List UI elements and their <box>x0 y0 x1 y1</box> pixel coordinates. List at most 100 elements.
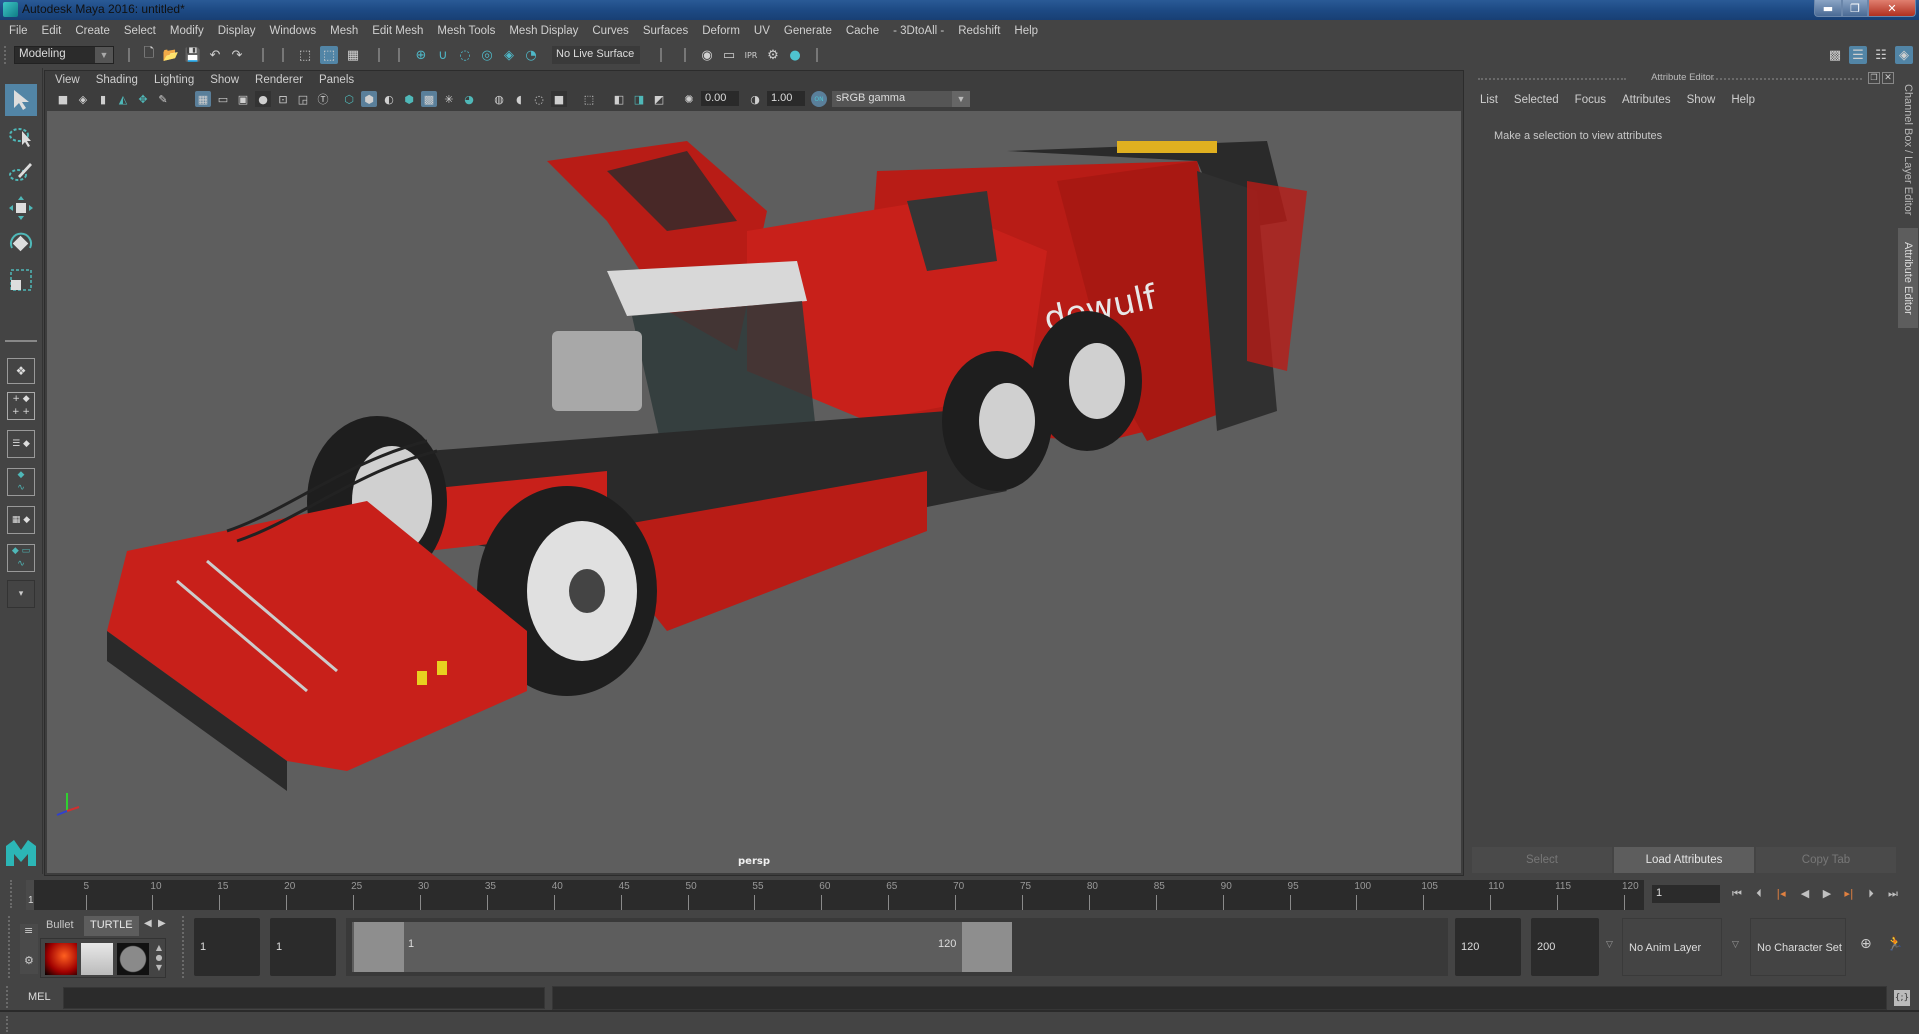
wireframe-on-shaded-icon[interactable]: ◐ <box>381 91 397 107</box>
scale-tool[interactable] <box>5 264 37 296</box>
menu-3dtoall[interactable]: - 3DtoAll - <box>893 25 944 37</box>
tab-attribute-editor[interactable]: Attribute Editor <box>1898 228 1918 328</box>
menu-mesh-display[interactable]: Mesh Display <box>509 25 578 37</box>
load-attributes-button[interactable]: Load Attributes <box>1614 847 1754 873</box>
layout-four-pane-button[interactable]: + ◆ + + <box>7 392 35 420</box>
render-settings-icon[interactable]: ⚙ <box>764 46 782 64</box>
exposure-icon[interactable]: ✺ <box>681 91 697 107</box>
menu-surfaces[interactable]: Surfaces <box>643 25 688 37</box>
make-live-icon[interactable]: ◔ <box>522 46 540 64</box>
image-plane-toggle-icon[interactable]: ◩ <box>651 91 667 107</box>
range-end-handle[interactable] <box>962 922 1012 972</box>
close-button[interactable]: ✕ <box>1868 0 1916 17</box>
menu-redshift[interactable]: Redshift <box>958 25 1000 37</box>
snap-to-surface-icon[interactable]: ◈ <box>500 46 518 64</box>
status-line-grip[interactable] <box>4 46 8 64</box>
2d-pan-zoom-icon[interactable]: ✥ <box>135 91 151 107</box>
help-line-grip[interactable] <box>6 1016 10 1032</box>
xray-joints-icon[interactable]: ◧ <box>611 91 627 107</box>
maximize-button[interactable]: ❐ <box>1842 0 1868 17</box>
bookmark-icon[interactable]: ▮ <box>95 91 111 107</box>
step-forward-frame-button[interactable]: ⏵ <box>1862 887 1880 903</box>
select-camera-icon[interactable]: ■ <box>55 91 71 107</box>
menu-generate[interactable]: Generate <box>784 25 832 37</box>
timeline-track[interactable]: 1 5 10 15 20 25 30 35 40 45 50 55 60 65 70 75 80 85 90 95 1… <box>26 880 1644 910</box>
shadows-icon[interactable]: ◕ <box>461 91 477 107</box>
menu-create[interactable]: Create <box>75 25 110 37</box>
tool-settings-icon[interactable]: ☷ <box>1872 46 1890 64</box>
shelf-tab-bullet[interactable]: Bullet <box>40 916 80 936</box>
rotate-tool[interactable] <box>5 228 37 260</box>
shelf-tab-prev-button[interactable]: ◀ <box>144 918 152 929</box>
panel-menu-show[interactable]: Show <box>210 74 239 86</box>
grease-pencil-icon[interactable]: ✎ <box>155 91 171 107</box>
paint-select-tool[interactable] <box>5 156 37 188</box>
layout-persp-graph-button[interactable]: ◆ ∿ <box>7 468 35 496</box>
menu-cache[interactable]: Cache <box>846 25 879 37</box>
shelf-menu-icon[interactable]: ≡ <box>24 924 33 937</box>
animation-end-field[interactable]: 200 <box>1531 918 1599 976</box>
menu-set-dropdown[interactable]: Modeling ▼ <box>14 46 114 64</box>
use-all-lights-icon[interactable]: ✳ <box>441 91 457 107</box>
tab-channel-box-layer-editor[interactable]: Channel Box / Layer Editor <box>1898 80 1918 220</box>
panel-grip[interactable] <box>1712 78 1862 81</box>
x-ray-icon[interactable]: ⬢ <box>401 91 417 107</box>
panel-menu-renderer[interactable]: Renderer <box>255 74 303 86</box>
snap-to-point-icon[interactable]: ◌ <box>456 46 474 64</box>
layout-more-button[interactable]: ▾ <box>7 580 35 608</box>
open-scene-icon[interactable]: 📂 <box>162 46 180 64</box>
isolate-select-icon[interactable]: ⬚ <box>581 91 597 107</box>
snap-to-grid-icon[interactable]: ⊕ <box>412 46 430 64</box>
minimize-button[interactable]: ▬ <box>1814 0 1842 17</box>
shelf-tab-turtle[interactable]: TURTLE <box>84 916 139 936</box>
grid-icon[interactable]: ▦ <box>195 91 211 107</box>
live-surface-field[interactable]: No Live Surface <box>552 46 640 64</box>
anim-layer-dropdown[interactable]: No Anim Layer <box>1622 918 1722 976</box>
xray-active-components-icon[interactable]: ◨ <box>631 91 647 107</box>
attribute-editor-toggle-icon[interactable]: ☰ <box>1849 46 1867 64</box>
save-scene-icon[interactable]: 💾 <box>184 46 202 64</box>
close-panel-button[interactable]: ✕ <box>1882 72 1894 84</box>
panel-menu-view[interactable]: View <box>55 74 80 86</box>
ipr-render-icon[interactable]: IPR <box>742 46 760 64</box>
range-grip[interactable] <box>182 916 186 978</box>
copy-tab-button[interactable]: Copy Tab <box>1756 847 1896 873</box>
chevron-down-icon[interactable]: ▽ <box>1606 940 1613 950</box>
step-back-frame-button[interactable]: ⏴ <box>1750 887 1768 903</box>
gamma-field[interactable]: 1.00 <box>767 91 805 106</box>
go-to-end-button[interactable]: ⏭ <box>1884 887 1902 903</box>
menu-help[interactable]: Help <box>1014 25 1038 37</box>
depth-of-field-icon[interactable]: ■ <box>551 91 567 107</box>
motion-blur-icon[interactable]: ◖ <box>511 91 527 107</box>
character-set-dropdown[interactable]: No Character Set <box>1750 918 1846 976</box>
animation-start-field[interactable]: 1 <box>194 918 260 976</box>
layout-persp-outliner-graph-button[interactable]: ◆ ▭ ∿ <box>7 544 35 572</box>
menu-uv[interactable]: UV <box>754 25 770 37</box>
range-slider-track[interactable]: 1 120 <box>346 918 1448 976</box>
select-by-component-icon[interactable]: ▦ <box>344 46 362 64</box>
command-input[interactable] <box>63 987 545 1009</box>
range-slider-bar[interactable] <box>352 922 1012 972</box>
current-frame-field[interactable]: 1 <box>1652 885 1720 903</box>
redo-icon[interactable]: ↷ <box>228 46 246 64</box>
turtle-render-shelf-button[interactable] <box>45 943 77 975</box>
select-by-hierarchy-icon[interactable]: ⬚ <box>296 46 314 64</box>
range-start-handle[interactable] <box>354 922 404 972</box>
menu-select[interactable]: Select <box>124 25 156 37</box>
shelf-settings-icon[interactable]: ⚙ <box>24 954 34 967</box>
step-back-key-button[interactable]: |◂ <box>1772 887 1790 903</box>
layout-outliner-persp-button[interactable]: ☰ ◆ <box>7 430 35 458</box>
menu-mesh-tools[interactable]: Mesh Tools <box>437 25 495 37</box>
ae-menu-show[interactable]: Show <box>1687 94 1716 106</box>
select-tool[interactable] <box>5 84 37 116</box>
go-to-start-button[interactable]: ⏮ <box>1728 887 1746 903</box>
screen-space-ao-icon[interactable]: ◍ <box>491 91 507 107</box>
safe-title-icon[interactable]: Ⓣ <box>315 91 331 107</box>
new-scene-icon[interactable]: 🗋 <box>140 46 158 64</box>
shelf-tab-next-button[interactable]: ▶ <box>158 918 166 929</box>
render-current-frame-icon[interactable]: ▭ <box>720 46 738 64</box>
turtle-bake-shelf-button[interactable] <box>81 943 113 975</box>
field-chart-icon[interactable]: ⊡ <box>275 91 291 107</box>
script-language-toggle[interactable]: MEL <box>28 991 51 1003</box>
color-management-toggle[interactable]: ON <box>811 91 827 107</box>
